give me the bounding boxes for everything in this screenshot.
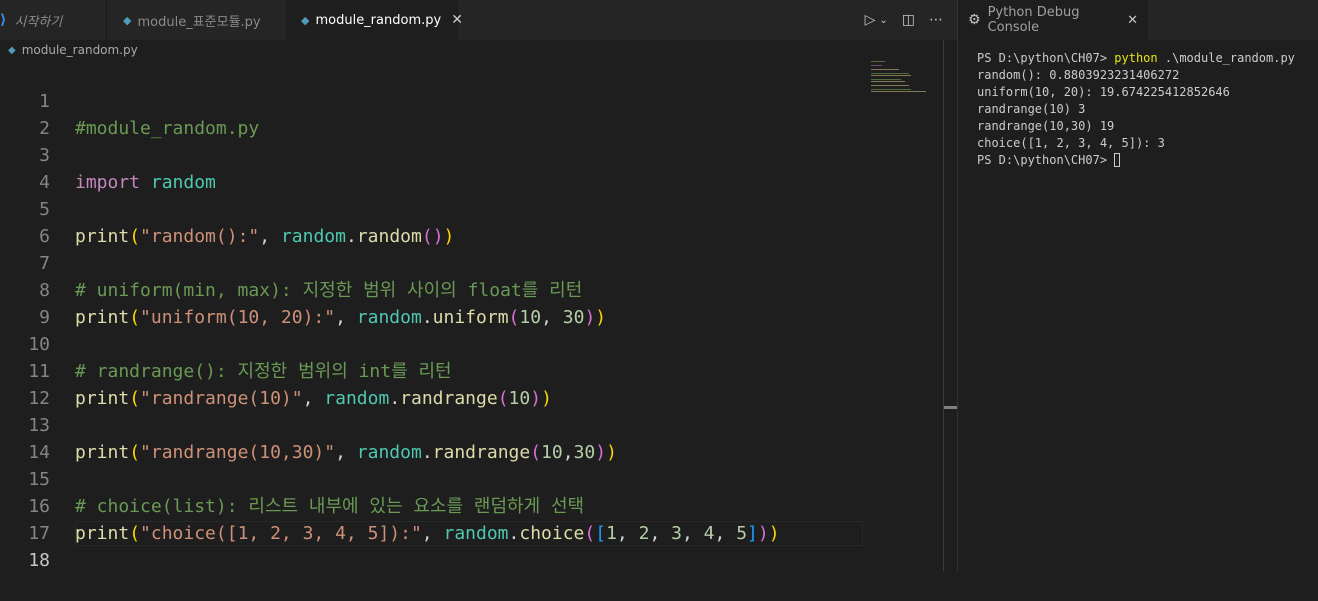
code-line-7[interactable]: 7 # uniform(min, max): 지정한 범위 사이의 float를… — [0, 223, 582, 301]
debug-console-panel: ⚙ Python Debug Console ✕ PS D:\python\CH… — [958, 0, 1318, 571]
code-line-12[interactable]: 12 — [0, 358, 65, 409]
code-text: print("choice([1, 2, 3, 4, 5]):", random… — [75, 523, 780, 544]
code-line-2[interactable]: 2 — [0, 88, 65, 139]
code-line-5[interactable]: 5 print("random():", random.random()) — [0, 169, 454, 247]
terminal-prompt-line[interactable]: PS D:\python\CH07> — [977, 152, 1312, 169]
code-line-6[interactable]: 6 — [0, 196, 65, 247]
breadcrumb-file[interactable]: module_random.py — [22, 43, 138, 57]
terminal-cursor — [1114, 153, 1121, 167]
close-icon[interactable]: ✕ — [1127, 13, 1138, 28]
panel-tabbar: ⚙ Python Debug Console ✕ — [958, 0, 1318, 40]
code-text: print("random():", random.random()) — [75, 226, 455, 247]
code-line-14[interactable]: 14 — [0, 412, 65, 463]
tab-label: module_random.py — [315, 12, 442, 28]
code-text: # choice(list): 리스트 내부에 있는 요소를 랜덤하게 선택 — [75, 496, 585, 517]
code-line-18[interactable]: 18 — [0, 520, 65, 571]
terminal-output-line: randrange(10) 3 — [977, 102, 1086, 116]
python-file-icon: ◆ — [123, 13, 132, 27]
code-text: print("uniform(10, 20):", random.uniform… — [75, 307, 607, 328]
vertical-scrollbar[interactable] — [943, 40, 958, 571]
code-line-4[interactable]: 4 — [0, 142, 65, 193]
tab-module-random[interactable]: ◆ module_random.py ✕ — [287, 0, 463, 40]
tab-python-debug-console[interactable]: ⚙ Python Debug Console ✕ — [958, 0, 1148, 40]
terminal-prompt: PS D:\python\CH07> — [977, 51, 1115, 65]
terminal-output-line: choice([1, 2, 3, 4, 5]): 3 — [977, 136, 1165, 150]
terminal-command: python — [1114, 51, 1158, 65]
tab-welcome[interactable]: ⟩ 시작하기 — [0, 0, 107, 40]
python-file-icon: ◆ — [301, 13, 310, 27]
code-editor[interactable]: 1 #module_random.py 2 3 import random 4 … — [0, 60, 863, 571]
editor-group: ⟩ 시작하기 ◆ module_표준모듈.py ◆ module_random.… — [0, 0, 958, 571]
close-icon[interactable]: ✕ — [451, 12, 463, 28]
chevron-down-icon[interactable]: ⌄ — [879, 15, 887, 26]
panel-tab-label: Python Debug Console — [987, 5, 1080, 35]
terminal-command-args: .\module_random.py — [1157, 51, 1295, 65]
vscode-icon: ⟩ — [0, 12, 7, 28]
more-actions-icon[interactable]: ⋯ — [929, 12, 943, 28]
code-line-3[interactable]: 3 import random — [0, 115, 216, 193]
tab-label: 시작하기 — [14, 14, 63, 30]
terminal-output-line: uniform(10, 20): 19.674225412852646 — [977, 85, 1230, 99]
breadcrumb[interactable]: ◆ module_random.py — [0, 40, 957, 60]
line-number: 18 — [28, 550, 50, 571]
debug-console-icon: ⚙ — [968, 12, 981, 28]
code-line-11[interactable]: 11 print("randrange(10)", random.randran… — [0, 331, 552, 409]
code-line-13[interactable]: 13 print("randrange(10,30)", random.rand… — [0, 385, 617, 463]
code-line-15[interactable]: 15 # choice(list): 리스트 내부에 있는 요소를 랜덤하게 선… — [0, 439, 584, 517]
python-file-icon: ◆ — [8, 44, 16, 56]
minimap[interactable] — [868, 60, 943, 100]
terminal-prompt: PS D:\python\CH07> — [977, 153, 1115, 167]
code-line-1[interactable]: 1 #module_random.py — [0, 61, 259, 139]
terminal-output[interactable]: PS D:\python\CH07> python .\module_rando… — [977, 50, 1312, 169]
code-text: # uniform(min, max): 지정한 범위 사이의 float를 리… — [75, 280, 583, 301]
code-line-17[interactable]: 17 — [0, 493, 65, 544]
run-icon[interactable]: ▷ — [865, 12, 876, 28]
tab-label: module_표준모듈.py — [137, 14, 261, 30]
terminal-output-line: random(): 0.8803923231406272 — [977, 68, 1180, 82]
terminal-output-line: randrange(10,30) 19 — [977, 119, 1115, 133]
code-line-9[interactable]: 9 — [0, 277, 65, 328]
tab-module-standard[interactable]: ◆ module_표준모듈.py — [107, 0, 287, 40]
split-editor-icon[interactable]: ◫ — [902, 12, 915, 28]
editor-tabbar: ⟩ 시작하기 ◆ module_표준모듈.py ◆ module_random.… — [0, 0, 957, 40]
code-line-8[interactable]: 8 print("uniform(10, 20):", random.unifo… — [0, 250, 606, 328]
code-line-16[interactable]: 16 print("choice([1, 2, 3, 4, 5]):", ran… — [0, 466, 779, 544]
code-text: # randrange(): 지정한 범위의 int를 리턴 — [75, 361, 452, 382]
code-line-10[interactable]: 10 # randrange(): 지정한 범위의 int를 리턴 — [0, 304, 451, 382]
terminal-command-line: PS D:\python\CH07> python .\module_rando… — [977, 50, 1312, 67]
editor-actions: ▷ ⌄ ◫ ⋯ — [865, 0, 943, 40]
code-text: #module_random.py — [75, 118, 260, 139]
scrollbar-cursor-marker — [944, 406, 958, 409]
code-text: print("randrange(10,30)", random.randran… — [75, 442, 617, 463]
code-text: print("randrange(10)", random.randrange(… — [75, 388, 552, 409]
code-text: import random — [75, 172, 216, 193]
